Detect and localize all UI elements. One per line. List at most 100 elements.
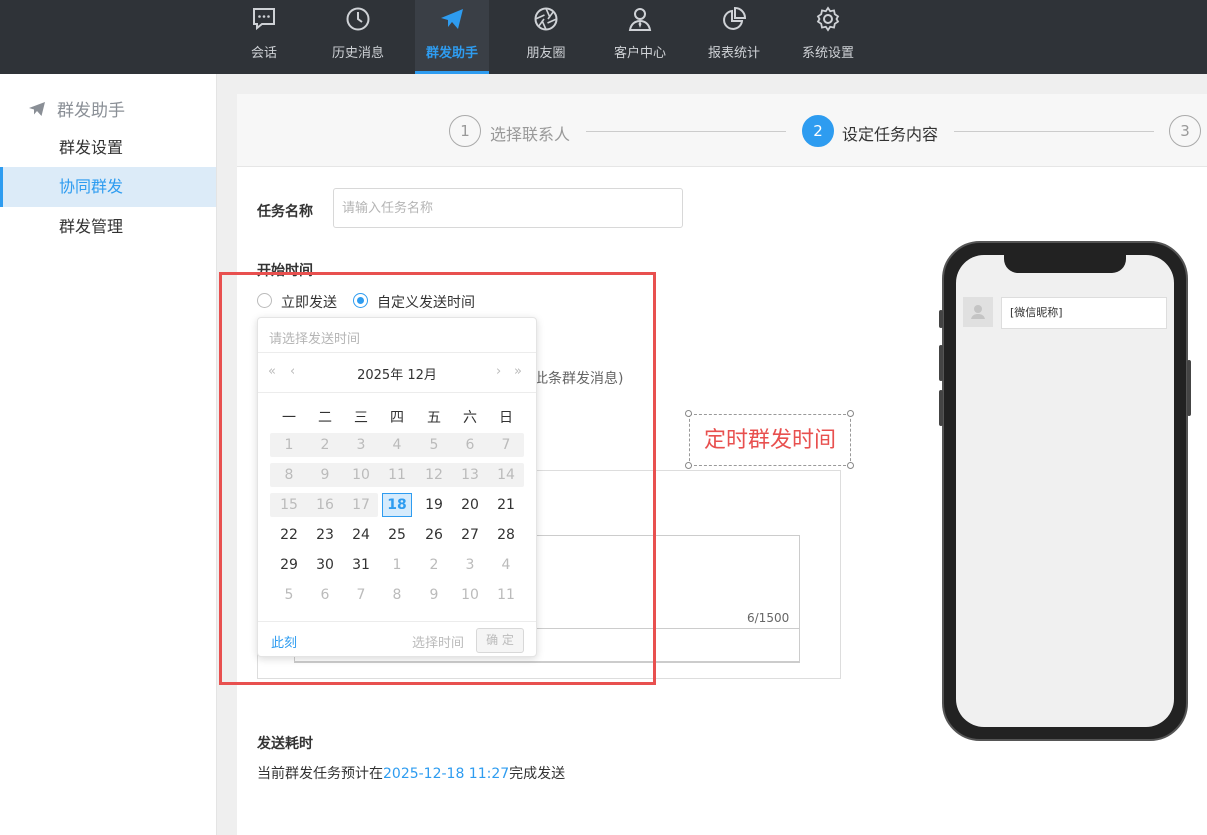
- avatar: [963, 297, 993, 327]
- calendar-day[interactable]: 27: [455, 523, 485, 547]
- weekday-label: 三: [354, 410, 368, 426]
- nav-item-label: 报表统计: [707, 46, 760, 61]
- resize-handle[interactable]: [847, 462, 854, 469]
- calendar-day[interactable]: 28: [491, 523, 521, 547]
- sidebar-item-broadcast-management[interactable]: 群发管理: [0, 207, 216, 247]
- calendar-day[interactable]: 22: [274, 523, 304, 547]
- radio-label: 立即发送: [281, 295, 337, 311]
- calendar-day[interactable]: 30: [310, 553, 340, 577]
- calendar-day: 10: [461, 587, 479, 603]
- next-month-icon[interactable]: ›: [496, 364, 501, 379]
- resize-handle[interactable]: [685, 462, 692, 469]
- phone-button: [939, 345, 943, 381]
- hint-text: 此条群发消息): [534, 371, 624, 387]
- date-picker-input[interactable]: 请选择发送时间: [258, 318, 536, 353]
- paper-plane-icon: [441, 9, 463, 29]
- confirm-button[interactable]: 确 定: [476, 628, 524, 653]
- calendar-day: 7: [356, 587, 366, 603]
- step-3-number: 3: [1169, 115, 1201, 147]
- top-navigation-bar: 会话 历史消息 群发助手 朋友圈 客户中心 报表统计 系统设置: [0, 0, 1207, 74]
- nav-item-label: 会话: [250, 46, 277, 61]
- step-2-number: 2: [802, 115, 834, 147]
- resize-handle[interactable]: [685, 410, 692, 417]
- calendar-day[interactable]: 19: [419, 493, 449, 517]
- task-name-input[interactable]: [333, 188, 683, 228]
- next-year-icon[interactable]: »: [514, 364, 522, 379]
- calendar-day[interactable]: 26: [419, 523, 449, 547]
- aperture-icon: [534, 7, 558, 31]
- char-counter: 6/1500: [747, 611, 790, 625]
- calendar-day: 7: [501, 437, 511, 453]
- nav-item-broadcast[interactable]: 群发助手: [415, 0, 489, 74]
- calendar-day: 3: [465, 557, 475, 573]
- step-connector: [954, 131, 1154, 132]
- weekday-label: 五: [427, 410, 441, 426]
- calendar-day: 5: [284, 587, 294, 603]
- calendar-day[interactable]: 20: [455, 493, 485, 517]
- calendar-day[interactable]: 31: [346, 553, 376, 577]
- calendar-day: 4: [501, 557, 511, 573]
- nav-item-moments[interactable]: 朋友圈: [509, 0, 583, 74]
- annotation-label: 定时群发时间: [689, 414, 851, 466]
- chat-message-bubble: [微信昵称]: [1001, 297, 1167, 329]
- calendar-day: 13: [461, 467, 479, 483]
- weekday-label: 六: [463, 410, 477, 426]
- pie-chart-icon: [723, 6, 747, 30]
- calendar-day: 1: [392, 557, 402, 573]
- sidebar: 群发助手 群发设置 协同群发 群发管理: [0, 74, 217, 835]
- step-1-number: 1: [449, 115, 481, 147]
- calendar-day: 8: [392, 587, 402, 603]
- calendar-day[interactable]: 25: [382, 523, 412, 547]
- resize-handle[interactable]: [847, 410, 854, 417]
- date-picker-placeholder: 请选择发送时间: [269, 332, 361, 347]
- calendar-day: 14: [497, 467, 515, 483]
- step-indicator: 1 选择联系人 2 设定任务内容 3: [237, 94, 1207, 167]
- year-month-title[interactable]: 2025年 12月: [258, 364, 536, 383]
- user-icon: [971, 305, 985, 319]
- calendar-day: 8: [284, 467, 294, 483]
- calendar-day: 9: [429, 587, 439, 603]
- paper-plane-icon: [29, 102, 45, 116]
- now-button[interactable]: 此刻: [271, 632, 297, 651]
- calendar-day[interactable]: 23: [310, 523, 340, 547]
- send-duration-text: 当前群发任务预计在2025-12-18 11:27完成发送: [257, 763, 565, 783]
- duration-time: 2025-12-18 11:27: [383, 766, 510, 782]
- radio-circle: [257, 293, 272, 308]
- calendar-day: 9: [320, 467, 330, 483]
- radio-label: 自定义发送时间: [377, 295, 475, 311]
- chat-icon: [253, 8, 275, 31]
- nav-item-reports[interactable]: 报表统计: [697, 0, 771, 74]
- calendar-day: 17: [352, 497, 370, 513]
- calendar-day: 6: [320, 587, 330, 603]
- weekday-label: 四: [390, 410, 404, 426]
- sidebar-item-collaborative-broadcast[interactable]: 协同群发: [0, 167, 216, 207]
- phone-button: [1187, 360, 1191, 416]
- calendar-day: 15: [280, 497, 298, 513]
- sidebar-item-broadcast-settings[interactable]: 群发设置: [0, 128, 216, 168]
- calendar-day[interactable]: 18: [382, 493, 412, 517]
- date-picker-popup: 请选择发送时间 « ‹ 2025年 12月 › » 一二三四五六日 123456…: [257, 317, 537, 657]
- user-tie-icon: [628, 8, 652, 31]
- phone-button: [939, 390, 943, 426]
- nav-item-label: 客户中心: [613, 46, 666, 61]
- calendar-day: 2: [429, 557, 439, 573]
- nav-item-settings[interactable]: 系统设置: [791, 0, 865, 74]
- clock-icon: [346, 7, 370, 31]
- weekday-label: 一: [282, 410, 296, 426]
- calendar-day[interactable]: 29: [274, 553, 304, 577]
- select-time-button[interactable]: 选择时间: [412, 632, 464, 651]
- calendar-day[interactable]: 21: [491, 493, 521, 517]
- step-2-label: 设定任务内容: [842, 125, 939, 144]
- radio-circle: [353, 293, 368, 308]
- calendar-day: 1: [284, 437, 294, 453]
- calendar-day: 5: [429, 437, 439, 453]
- nav-item-customer-center[interactable]: 客户中心: [603, 0, 677, 74]
- calendar-day: 12: [425, 467, 443, 483]
- sidebar-title: 群发助手: [57, 101, 125, 121]
- calendar-day: 6: [465, 437, 475, 453]
- nav-item-chat[interactable]: 会话: [227, 0, 301, 74]
- calendar-day[interactable]: 24: [346, 523, 376, 547]
- nav-item-label: 历史消息: [331, 46, 384, 61]
- send-duration-label: 发送耗时: [257, 736, 313, 752]
- nav-item-history[interactable]: 历史消息: [321, 0, 395, 74]
